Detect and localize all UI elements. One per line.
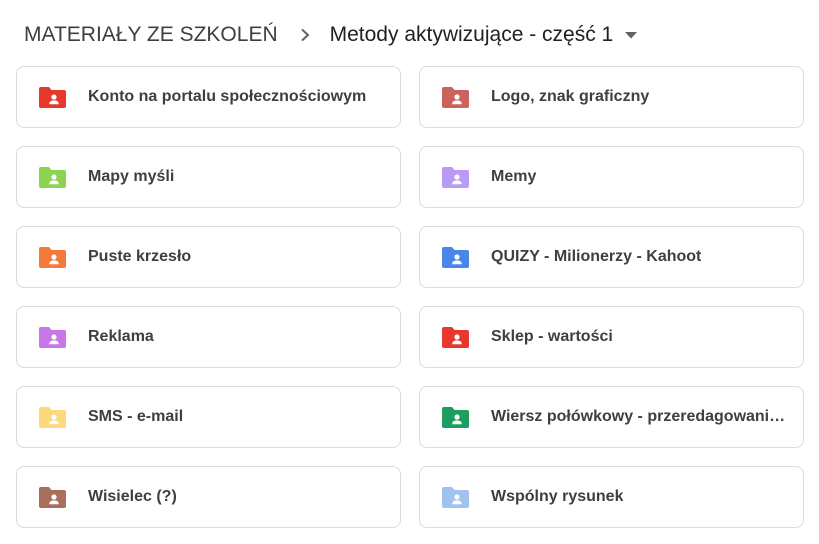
folder-name: QUIZY - Milionerzy - Kahoot xyxy=(491,248,702,265)
folder-name: Puste krzesło xyxy=(88,248,192,265)
folder-card-4[interactable]: Memy xyxy=(419,146,804,208)
folder-card-6[interactable]: QUIZY - Milionerzy - Kahoot xyxy=(419,226,804,288)
folder-card-1[interactable]: Konto na portalu społecznościowym xyxy=(16,66,401,128)
folder-card-7[interactable]: Reklama xyxy=(16,306,401,368)
folder-card-9[interactable]: SMS - e-mail xyxy=(16,386,401,448)
folder-grid: Konto na portalu społecznościowym Logo, … xyxy=(16,66,804,528)
shared-folder-icon xyxy=(442,486,470,508)
breadcrumb: MATERIAŁY ZE SZKOLEŃ Metody aktywizujące… xyxy=(24,19,639,51)
folder-card-5[interactable]: Puste krzesło xyxy=(16,226,401,288)
shared-folder-icon xyxy=(442,406,470,428)
shared-folder-icon xyxy=(442,166,470,188)
folder-name: Wspólny rysunek xyxy=(491,488,624,505)
shared-folder-icon xyxy=(39,246,67,268)
breadcrumb-root[interactable]: MATERIAŁY ZE SZKOLEŃ xyxy=(24,23,278,47)
folder-card-3[interactable]: Mapy myśli xyxy=(16,146,401,208)
folder-card-12[interactable]: Wspólny rysunek xyxy=(419,466,804,528)
folder-name: Konto na portalu społecznościowym xyxy=(88,88,367,105)
shared-folder-icon xyxy=(442,86,470,108)
folder-card-10[interactable]: Wiersz połówkowy - przeredagowanie ... xyxy=(419,386,804,448)
breadcrumb-current-folder[interactable]: Metody aktywizujące - część 1 xyxy=(330,23,640,47)
folder-card-11[interactable]: Wisielec (?) xyxy=(16,466,401,528)
folder-name: Reklama xyxy=(88,328,154,345)
shared-folder-icon xyxy=(39,326,67,348)
shared-folder-icon xyxy=(39,86,67,108)
shared-folder-icon xyxy=(39,486,67,508)
dropdown-caret-icon[interactable] xyxy=(623,27,639,43)
folder-name: Mapy myśli xyxy=(88,168,175,185)
shared-folder-icon xyxy=(39,166,67,188)
folder-name: Memy xyxy=(491,168,537,185)
folder-name: Sklep - wartości xyxy=(491,328,613,345)
shared-folder-icon xyxy=(442,326,470,348)
chevron-right-icon xyxy=(288,19,322,51)
shared-folder-icon xyxy=(442,246,470,268)
shared-folder-icon xyxy=(39,406,67,428)
drive-folder-view: MATERIAŁY ZE SZKOLEŃ Metody aktywizujące… xyxy=(0,0,819,544)
folder-card-2[interactable]: Logo, znak graficzny xyxy=(419,66,804,128)
breadcrumb-current-label: Metody aktywizujące - część 1 xyxy=(329,23,614,46)
folder-card-8[interactable]: Sklep - wartości xyxy=(419,306,804,368)
folder-name: Logo, znak graficzny xyxy=(491,88,650,105)
folder-name: SMS - e-mail xyxy=(88,408,184,425)
folder-name: Wisielec (?) xyxy=(88,488,177,505)
folder-name: Wiersz połówkowy - przeredagowanie ... xyxy=(491,408,787,425)
